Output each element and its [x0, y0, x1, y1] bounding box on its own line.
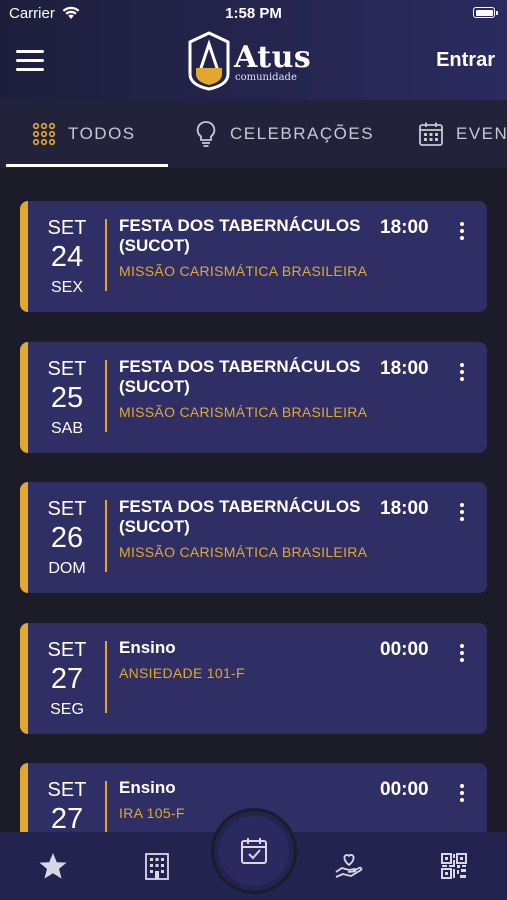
event-card[interactable]: SET 27 SEG Ensino ANSIEDADE 101-F 00:00 — [20, 623, 487, 734]
hamburger-menu-button[interactable] — [16, 50, 46, 72]
tab-label: EVEN — [456, 124, 507, 143]
card-accent-bar — [20, 763, 28, 832]
more-options-icon[interactable] — [459, 363, 465, 383]
event-organizer: MISSÃO CARISMÁTICA BRASILEIRA — [119, 544, 368, 560]
more-options-icon[interactable] — [459, 503, 465, 523]
status-bar: Carrier 1:58 PM — [0, 0, 507, 28]
event-time: 00:00 — [380, 639, 429, 660]
event-weekday: DOM — [48, 560, 86, 577]
event-day: 27 — [50, 663, 84, 695]
category-tabs: TODOS CELEBRAÇÕES EVEN — [0, 100, 507, 168]
nav-churches[interactable] — [127, 832, 187, 900]
event-weekday: SEX — [50, 279, 83, 296]
card-accent-bar — [20, 342, 28, 453]
card-accent-bar — [20, 482, 28, 593]
building-icon — [145, 853, 169, 880]
date-divider — [105, 781, 107, 832]
tab-label: TODOS — [68, 124, 136, 143]
bottom-navigation — [0, 808, 507, 900]
nav-donations[interactable] — [319, 832, 379, 900]
logo-mark-icon — [188, 31, 230, 91]
event-title: Ensino — [119, 778, 176, 797]
event-date: SET 27 — [28, 763, 106, 832]
event-month: SET — [47, 779, 87, 801]
event-title: FESTA DOS TABERNÁCULOS (SUCOT) — [119, 216, 361, 255]
lightbulb-icon — [194, 120, 218, 148]
event-weekday: SAB — [50, 420, 83, 437]
more-options-icon[interactable] — [459, 644, 465, 664]
calendar-check-icon — [241, 838, 267, 864]
status-time: 1:58 PM — [225, 5, 282, 22]
event-title: FESTA DOS TABERNÁCULOS (SUCOT) — [119, 357, 361, 396]
card-accent-bar — [20, 623, 28, 734]
tab-label: CELEBRAÇÕES — [230, 124, 375, 143]
star-icon — [39, 853, 67, 879]
more-options-icon[interactable] — [459, 784, 465, 804]
nav-favorites[interactable] — [23, 832, 83, 900]
date-divider — [105, 500, 107, 572]
event-organizer: IRA 105-F — [119, 805, 185, 821]
event-card[interactable]: SET 26 DOM FESTA DOS TABERNÁCULOS (SUCOT… — [20, 482, 487, 593]
event-time: 18:00 — [380, 217, 429, 238]
event-time: 00:00 — [380, 779, 429, 800]
event-card[interactable]: SET 24 SEX FESTA DOS TABERNÁCULOS (SUCOT… — [20, 201, 487, 312]
calendar-icon — [418, 121, 444, 147]
event-time: 18:00 — [380, 498, 429, 519]
event-date: SET 26 DOM — [28, 482, 106, 593]
login-button[interactable]: Entrar — [436, 49, 495, 72]
grid-dots-icon — [32, 122, 56, 146]
date-divider — [105, 360, 107, 432]
app-header: Carrier 1:58 PM Atus comunidade Entrar — [0, 0, 507, 100]
event-month: SET — [47, 498, 87, 520]
event-date: SET 24 SEX — [28, 201, 106, 312]
event-month: SET — [47, 639, 87, 661]
app-logo: Atus comunidade — [186, 30, 311, 92]
logo-title: Atus — [234, 40, 312, 75]
nav-events[interactable] — [219, 816, 289, 886]
nav-qr-code[interactable] — [424, 832, 484, 900]
logo-subtitle: comunidade — [235, 72, 297, 83]
event-day: 26 — [50, 522, 84, 554]
event-date: SET 25 SAB — [28, 342, 106, 453]
event-day: 24 — [50, 241, 84, 273]
more-options-icon[interactable] — [459, 222, 465, 242]
tab-todos[interactable]: TODOS — [32, 100, 136, 168]
tab-eventos[interactable]: EVEN — [418, 100, 507, 168]
event-title: FESTA DOS TABERNÁCULOS (SUCOT) — [119, 497, 361, 536]
hand-heart-icon — [335, 854, 363, 878]
event-organizer: MISSÃO CARISMÁTICA BRASILEIRA — [119, 404, 368, 420]
event-weekday: SEG — [50, 701, 84, 718]
card-accent-bar — [20, 201, 28, 312]
event-day: 25 — [50, 382, 84, 414]
tab-celebracoes[interactable]: CELEBRAÇÕES — [194, 100, 374, 168]
battery-icon — [473, 7, 498, 18]
event-month: SET — [47, 358, 87, 380]
event-date: SET 27 SEG — [28, 623, 106, 734]
event-time: 18:00 — [380, 358, 429, 379]
event-title: Ensino — [119, 638, 176, 657]
date-divider — [105, 219, 107, 291]
qr-code-icon — [441, 853, 467, 879]
active-tab-indicator — [6, 164, 168, 167]
date-divider — [105, 641, 107, 713]
event-card[interactable]: SET 25 SAB FESTA DOS TABERNÁCULOS (SUCOT… — [20, 342, 487, 453]
event-organizer: MISSÃO CARISMÁTICA BRASILEIRA — [119, 263, 368, 279]
event-organizer: ANSIEDADE 101-F — [119, 665, 245, 681]
event-month: SET — [47, 217, 87, 239]
event-list[interactable]: SET 24 SEX FESTA DOS TABERNÁCULOS (SUCOT… — [0, 172, 507, 832]
event-day: 27 — [50, 803, 84, 832]
